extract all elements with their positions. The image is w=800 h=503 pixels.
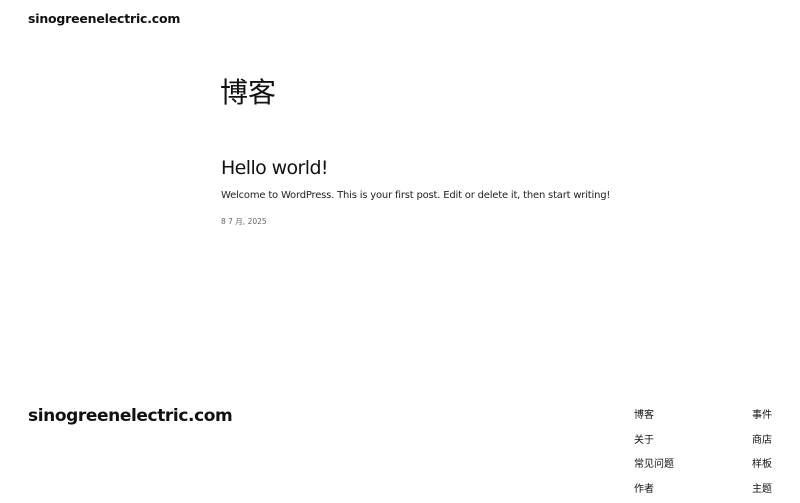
post-date: 8 7 月, 2025	[221, 217, 267, 226]
footer-nav-patterns[interactable]: 样板	[752, 459, 772, 470]
footer-nav-shop[interactable]: 商店	[752, 435, 772, 446]
footer-nav-themes[interactable]: 主题	[752, 484, 772, 495]
footer-nav-column-2: 事件 商店 样板 主题	[752, 404, 772, 503]
footer-nav-about[interactable]: 关于	[634, 435, 654, 446]
footer-nav-faq[interactable]: 常见问题	[634, 459, 674, 470]
page-title: 博客	[220, 76, 277, 109]
footer-site-title[interactable]: sinogreenelectric.com	[28, 404, 233, 428]
footer-nav-events[interactable]: 事件	[752, 410, 772, 421]
footer-nav-authors[interactable]: 作者	[634, 484, 654, 495]
post-item: Hello world! Welcome to WordPress. This …	[221, 155, 741, 227]
footer-nav-column-1: 博客 关于 常见问题 作者	[634, 404, 674, 503]
post-title-link[interactable]: Hello world!	[221, 155, 741, 181]
post-excerpt: Welcome to WordPress. This is your first…	[221, 190, 611, 201]
footer-nav-blog[interactable]: 博客	[634, 410, 654, 421]
header-site-title[interactable]: sinogreenelectric.com	[28, 11, 180, 27]
